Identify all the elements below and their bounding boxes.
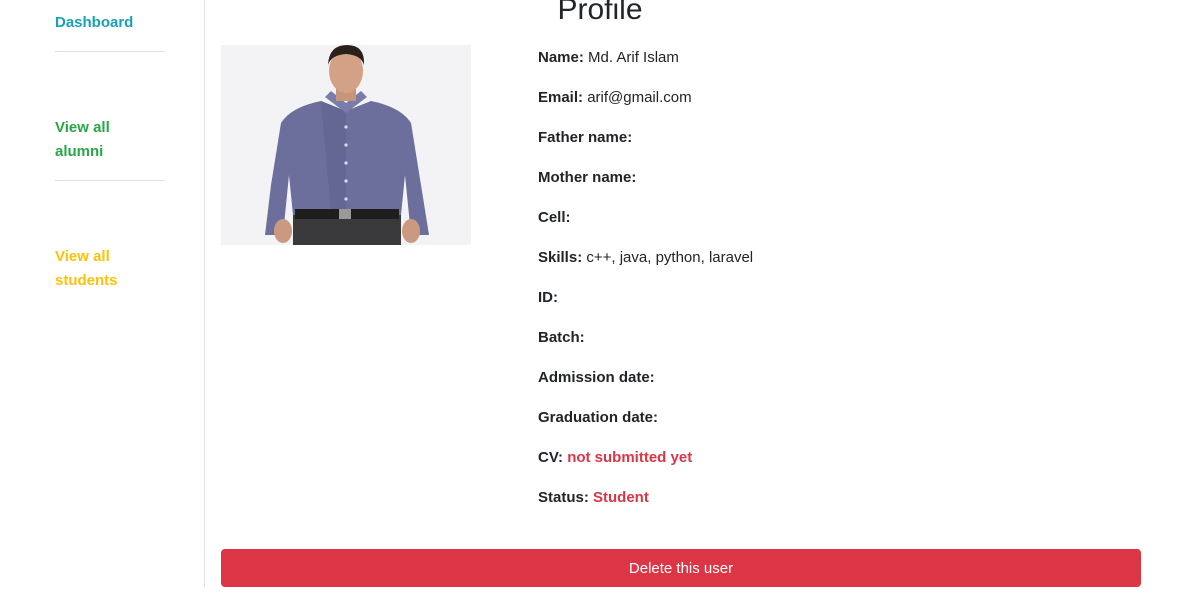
- person-photo-icon: [221, 45, 471, 245]
- cv-status-value: not submitted yet: [567, 449, 693, 466]
- detail-email: Email: arif@gmail.com: [538, 86, 1138, 126]
- detail-label: Name:: [538, 49, 584, 66]
- detail-admission-date: Admission date:: [538, 366, 1138, 406]
- profile-details: Name: Md. Arif Islam Email: arif@gmail.c…: [538, 46, 1138, 526]
- detail-label: CV:: [538, 449, 564, 466]
- detail-mother-name: Mother name:: [538, 166, 1138, 206]
- detail-label: Skills:: [538, 249, 583, 266]
- page-title: Profile: [557, 0, 643, 26]
- detail-label: Father name:: [538, 129, 633, 146]
- detail-label: Email:: [538, 89, 584, 106]
- detail-label: ID:: [538, 289, 558, 306]
- detail-label: Graduation date:: [538, 409, 659, 426]
- detail-graduation-date: Graduation date:: [538, 406, 1138, 446]
- detail-skills: Skills: c++, java, python, laravel: [538, 246, 1138, 286]
- detail-name: Name: Md. Arif Islam: [538, 46, 1138, 86]
- detail-cell: Cell:: [538, 206, 1138, 246]
- status-value: Student: [593, 489, 649, 506]
- detail-label: Admission date:: [538, 369, 655, 386]
- profile-photo: [221, 45, 471, 245]
- detail-label: Batch:: [538, 329, 585, 346]
- sidebar-link-view-all-students[interactable]: View all students: [55, 245, 135, 293]
- detail-label: Cell:: [538, 209, 571, 226]
- detail-value: Md. Arif Islam: [588, 49, 679, 66]
- detail-status: Status: Student: [538, 486, 1138, 526]
- sidebar-link-dashboard[interactable]: Dashboard: [55, 11, 165, 35]
- detail-father-name: Father name:: [538, 126, 1138, 166]
- detail-label: Status:: [538, 489, 589, 506]
- sidebar-divider: [55, 180, 165, 181]
- detail-value: arif@gmail.com: [587, 89, 692, 106]
- sidebar-divider: [55, 51, 165, 52]
- detail-id: ID:: [538, 286, 1138, 326]
- detail-cv: CV: not submitted yet: [538, 446, 1138, 486]
- detail-batch: Batch:: [538, 326, 1138, 366]
- detail-value: c++, java, python, laravel: [586, 249, 754, 266]
- detail-label: Mother name:: [538, 169, 637, 186]
- delete-user-button[interactable]: Delete this user: [221, 549, 1141, 587]
- sidebar: Dashboard View all alumni View all stude…: [0, 0, 205, 587]
- sidebar-link-view-all-alumni[interactable]: View all alumni: [55, 116, 135, 164]
